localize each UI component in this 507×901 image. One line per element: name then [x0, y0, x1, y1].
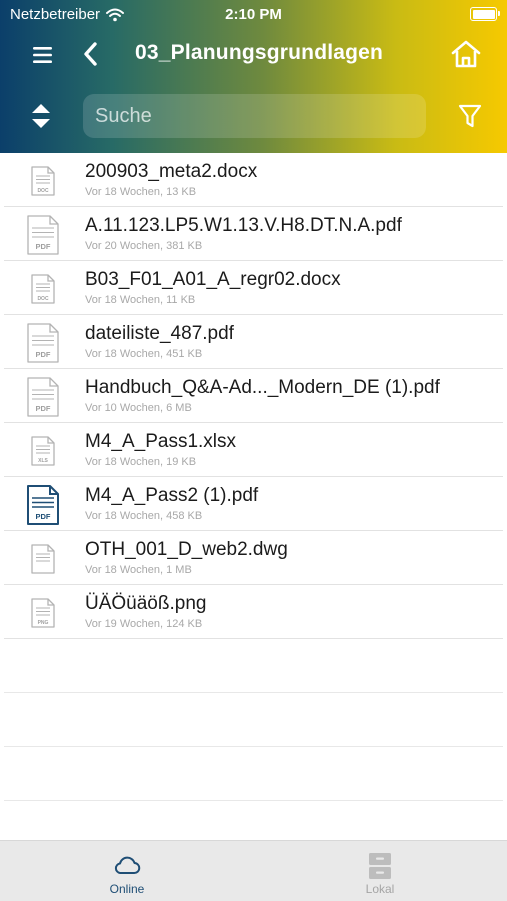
file-type-label: PDF — [36, 404, 51, 413]
png-file-icon: PNG — [26, 593, 60, 633]
xls-file-icon-graphic: XLS — [31, 436, 55, 466]
file-meta: Vor 18 Wochen, 451 KB — [85, 348, 203, 360]
file-meta: Vor 18 Wochen, 13 KB — [85, 186, 197, 198]
file-type-label: PDF — [36, 512, 51, 521]
navigation-bar: 03_Planungsgrundlagen — [0, 30, 507, 80]
file-name: OTH_001_D_web2.dwg — [85, 539, 288, 560]
file-type-label: PDF — [36, 350, 51, 359]
pdf-file-icon: PDF — [26, 485, 60, 525]
search-input[interactable] — [83, 94, 427, 138]
pdf-file-icon-graphic: PDF — [27, 485, 59, 525]
xls-file-icon: XLS — [26, 431, 60, 471]
pdf-file-icon: PDF — [26, 215, 60, 255]
tab-lokal[interactable]: Lokal — [320, 841, 440, 901]
hamburger-menu-icon — [33, 47, 52, 63]
file-row[interactable]: XLS M4_A_Pass1.xlsx Vor 18 Wochen, 19 KB — [0, 423, 507, 477]
file-row[interactable]: PDF dateiliste_487.pdf Vor 18 Wochen, 451 … — [0, 315, 507, 369]
png-file-icon-graphic: PNG — [31, 598, 55, 628]
doc-file-icon-graphic: DOC — [31, 166, 55, 196]
sort-icon — [32, 104, 50, 128]
file-type-label: DOC — [37, 296, 49, 302]
tab-lokal-label: Lokal — [365, 882, 395, 896]
empty-list-row — [0, 747, 507, 801]
file-row[interactable]: PNG ÜÄÖüäöß.png Vor 19 Wochen, 124 KB — [0, 585, 507, 639]
file-type-label: PDF — [36, 242, 51, 251]
back-button[interactable] — [78, 39, 104, 69]
empty-list-row — [0, 693, 507, 747]
pdf-file-icon-graphic: PDF — [27, 215, 59, 255]
file-meta: Vor 18 Wochen, 19 KB — [85, 456, 197, 468]
file-name: A.11.123.LP5.W1.13.V.H8.DT.N.A.pdf — [85, 215, 402, 236]
file-meta: Vor 20 Wochen, 381 KB — [85, 240, 203, 252]
battery-icon — [470, 7, 500, 21]
sort-button[interactable] — [28, 102, 54, 130]
cloud-icon — [114, 856, 141, 874]
filter-button[interactable] — [457, 102, 483, 130]
file-row[interactable]: DOC B03_F01_A01_A_regr02.docx Vor 18 Woche… — [0, 261, 507, 315]
doc-file-icon: DOC — [26, 269, 60, 309]
filter-icon — [458, 104, 482, 128]
file-row[interactable]: DOC 200903_meta2.docx Vor 18 Wochen, 13 KB — [0, 153, 507, 207]
empty-list-row — [0, 639, 507, 693]
file-meta: Vor 18 Wochen, 11 KB — [85, 294, 196, 306]
generic-file-icon-graphic — [31, 544, 55, 574]
home-icon — [451, 40, 481, 68]
pdf-file-icon: PDF — [26, 377, 60, 417]
search-field[interactable] — [83, 94, 427, 138]
file-list: DOC 200903_meta2.docx Vor 18 Wochen, 13 KB… — [0, 153, 507, 855]
doc-file-icon-graphic: DOC — [31, 274, 55, 304]
generic-file-icon — [26, 539, 60, 579]
file-type-label: DOC — [37, 188, 49, 194]
file-meta: Vor 18 Wochen, 458 KB — [85, 510, 203, 522]
file-meta: Vor 18 Wochen, 1 MB — [85, 564, 192, 576]
storage-icon — [369, 853, 391, 879]
file-name: Handbuch_Q&A-Ad..._Modern_DE (1).pdf — [85, 377, 440, 398]
file-row[interactable]: PDF M4_A_Pass2 (1).pdf Vor 18 Wochen, 458 … — [0, 477, 507, 531]
status-time: 2:10 PM — [225, 6, 282, 23]
file-name: B03_F01_A01_A_regr02.docx — [85, 269, 341, 290]
tab-online-label: Online — [109, 882, 145, 896]
file-row[interactable]: PDF A.11.123.LP5.W1.13.V.H8.DT.N.A.pdf Vor… — [0, 207, 507, 261]
file-type-label: PNG — [38, 620, 49, 626]
file-name: M4_A_Pass2 (1).pdf — [85, 485, 259, 506]
file-name: 200903_meta2.docx — [85, 161, 258, 182]
file-meta: Vor 10 Wochen, 6 MB — [85, 402, 192, 414]
tab-bar: Online Lokal — [0, 840, 507, 901]
pdf-file-icon-graphic: PDF — [27, 377, 59, 417]
file-name: dateiliste_487.pdf — [85, 323, 234, 344]
file-type-label: XLS — [38, 458, 48, 464]
file-meta: Vor 19 Wochen, 124 KB — [85, 618, 203, 630]
search-row — [0, 84, 507, 144]
file-name: M4_A_Pass1.xlsx — [85, 431, 237, 452]
pdf-file-icon: PDF — [26, 323, 60, 363]
pdf-file-icon-graphic: PDF — [27, 323, 59, 363]
file-name: ÜÄÖüäöß.png — [85, 593, 207, 614]
doc-file-icon: DOC — [26, 161, 60, 201]
home-button[interactable] — [449, 38, 483, 70]
tab-online[interactable]: Online — [67, 841, 187, 901]
menu-button[interactable] — [28, 43, 58, 67]
file-row[interactable]: PDF Handbuch_Q&A-Ad..._Modern_DE (1).pdf V… — [0, 369, 507, 423]
chevron-left-icon — [84, 42, 97, 66]
file-row[interactable]: OTH_001_D_web2.dwg Vor 18 Wochen, 1 MB — [0, 531, 507, 585]
page-title: 03_Planungsgrundlagen — [135, 41, 384, 64]
status-bar: Netzbetreiber 2:10 PM — [0, 0, 507, 30]
app-header: Netzbetreiber 2:10 PM 03_Planungsgrundla… — [0, 0, 507, 153]
